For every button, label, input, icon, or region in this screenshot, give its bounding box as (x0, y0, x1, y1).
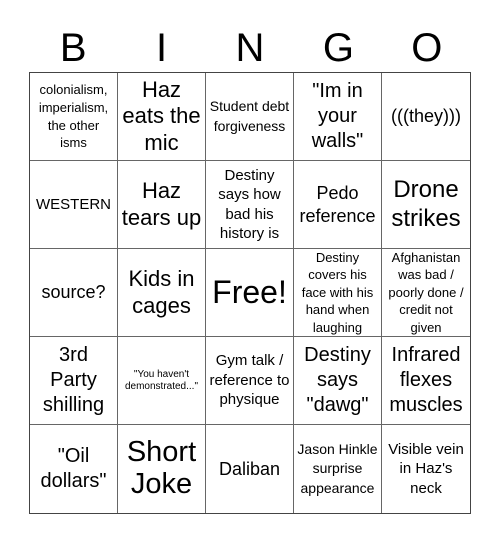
free-space[interactable]: Free! (206, 249, 294, 337)
bingo-cell[interactable]: Daliban (206, 425, 294, 513)
bingo-cell[interactable]: "You haven't demonstrated..." (118, 337, 206, 425)
bingo-cell[interactable]: (((they))) (382, 73, 470, 161)
bingo-board: colonialism, imperialism, the other isms… (29, 72, 471, 514)
bingo-cell[interactable]: source? (30, 249, 118, 337)
bingo-cell[interactable]: Pedo reference (294, 161, 382, 249)
bingo-cell[interactable]: Destiny says how bad his history is (206, 161, 294, 249)
bingo-cell[interactable]: Jason Hinkle surprise appearance (294, 425, 382, 513)
bingo-cell[interactable]: 3rd Party shilling (30, 337, 118, 425)
bingo-cell[interactable]: Kids in cages (118, 249, 206, 337)
bingo-cell[interactable]: colonialism, imperialism, the other isms (30, 73, 118, 161)
bingo-header: B I N G O (29, 22, 471, 74)
header-letter-i: I (156, 26, 168, 70)
header-letter-g: G (322, 26, 354, 70)
bingo-cell[interactable]: "Im in your walls" (294, 73, 382, 161)
header-letter-o: O (411, 26, 443, 70)
bingo-cell[interactable]: Gym talk / reference to physique (206, 337, 294, 425)
bingo-cell[interactable]: Haz eats the mic (118, 73, 206, 161)
bingo-cell[interactable]: WESTERN (30, 161, 118, 249)
bingo-cell[interactable]: Short Joke (118, 425, 206, 513)
bingo-cell[interactable]: Infrared flexes muscles (382, 337, 470, 425)
bingo-cell[interactable]: Destiny covers his face with his hand wh… (294, 249, 382, 337)
bingo-cell[interactable]: Student debt forgiveness (206, 73, 294, 161)
bingo-cell[interactable]: Haz tears up (118, 161, 206, 249)
bingo-cell[interactable]: Visible vein in Haz's neck (382, 425, 470, 513)
bingo-cell[interactable]: Drone strikes (382, 161, 470, 249)
bingo-cell[interactable]: Afghanistan was bad / poorly done / cred… (382, 249, 470, 337)
bingo-cell[interactable]: Destiny says "dawg" (294, 337, 382, 425)
header-letter-n: N (235, 26, 265, 70)
header-letter-b: B (59, 26, 87, 70)
bingo-cell[interactable]: "Oil dollars" (30, 425, 118, 513)
